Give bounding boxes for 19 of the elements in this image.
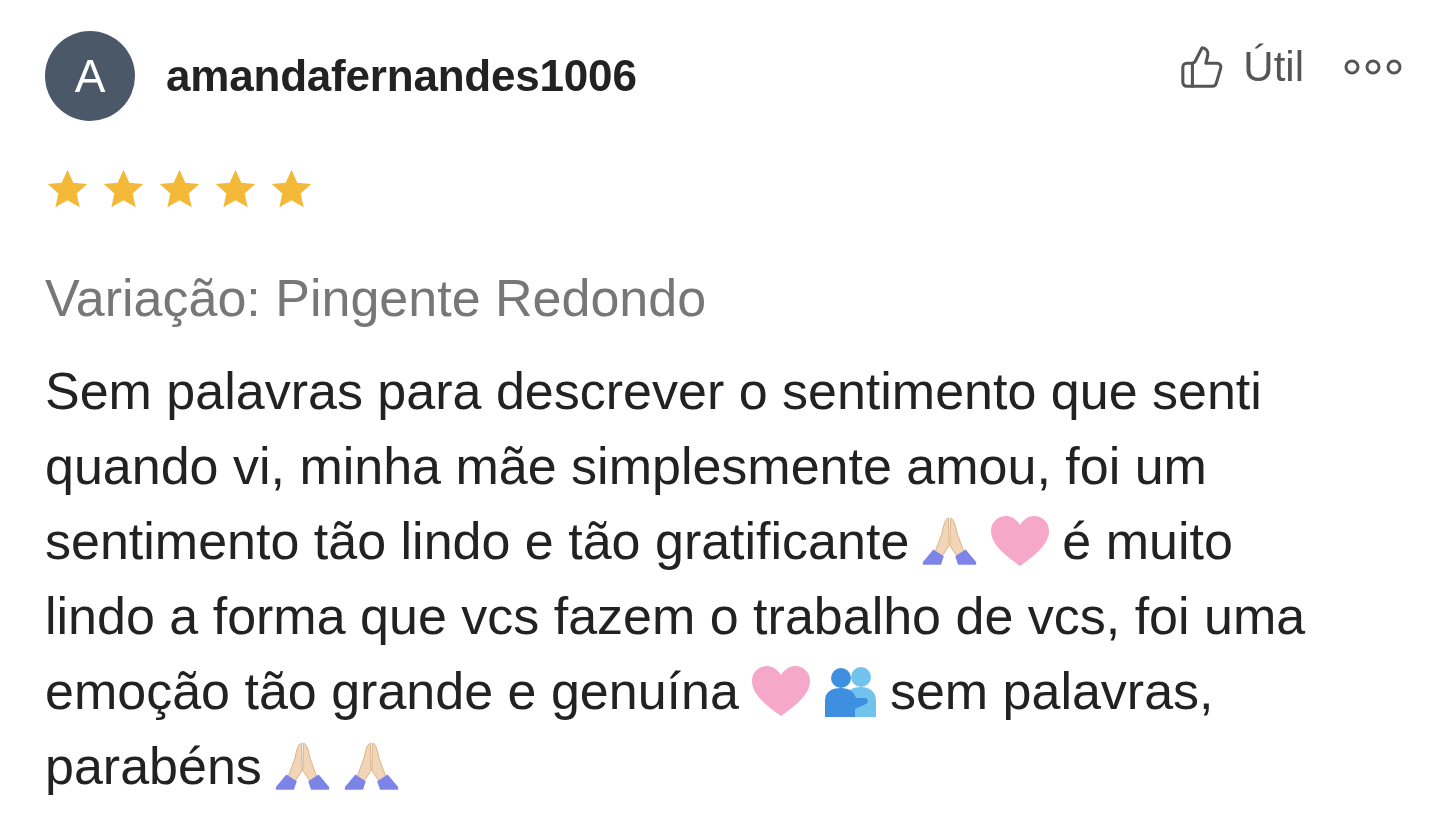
review-text: emoção tão grande e genuína — [45, 660, 739, 721]
review-text: sem palavras, — [889, 660, 1214, 721]
hugging-people-icon — [822, 664, 878, 717]
praying-hands-icon — [342, 740, 400, 791]
review-text: lindo a forma que vcs fazem o trabalho de vcs, foi uma — [45, 585, 1306, 646]
username: amandafernandes1006 — [166, 51, 637, 101]
review-text: quando vi, minha mãe simplesmente amou, foi um — [45, 435, 1207, 496]
review-text: Sem palavras para descrever o sentimento que senti — [45, 360, 1262, 421]
more-icon[interactable] — [1344, 59, 1402, 75]
heart-icon — [750, 664, 811, 717]
praying-hands-icon — [921, 515, 979, 566]
review-text: sentimento tão lindo e tão gratificante — [45, 510, 910, 571]
praying-hands-icon — [273, 740, 331, 791]
heart-icon — [990, 514, 1051, 567]
helpful-button[interactable]: Útil — [1179, 43, 1304, 91]
variation-text: Variação: Pingente Redondo — [45, 268, 707, 328]
review-text: parabéns — [45, 735, 262, 796]
avatar: A — [45, 31, 135, 121]
review-text: é muito — [1062, 510, 1233, 571]
